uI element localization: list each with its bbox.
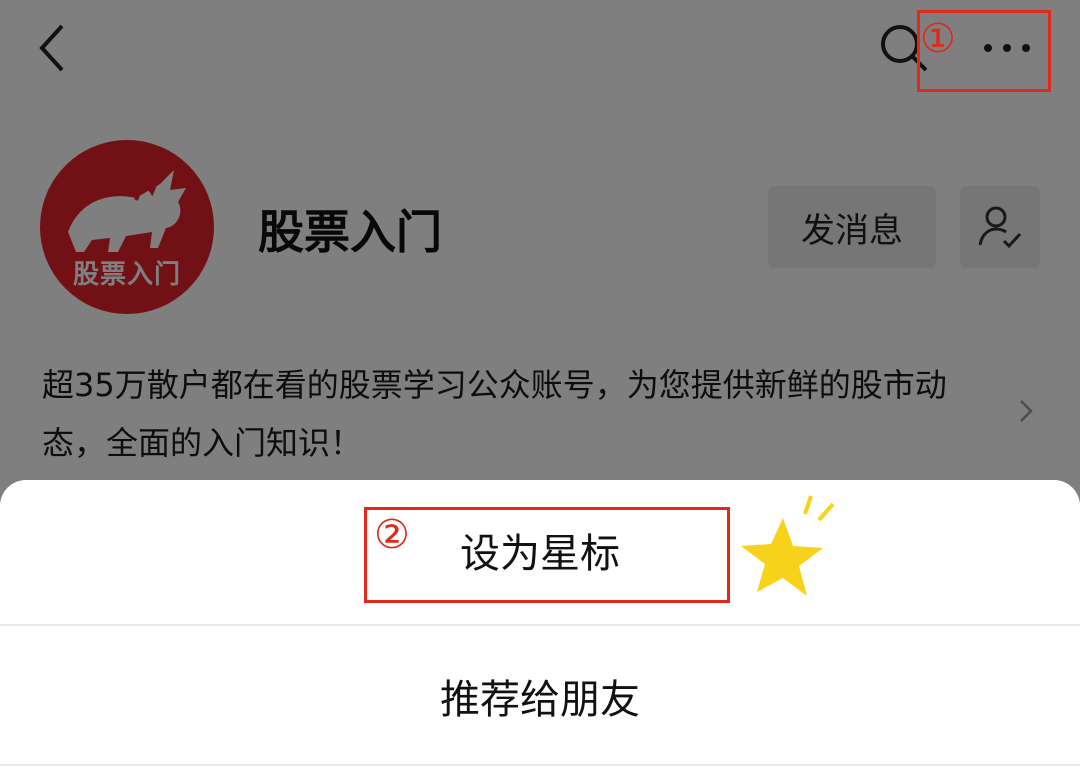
sheet-divider xyxy=(0,764,1080,766)
annotation-number-step2: ② xyxy=(374,512,410,558)
recommend-to-friend-button[interactable]: 推荐给朋友 xyxy=(0,626,1080,766)
annotation-number-step1: ① xyxy=(920,16,956,62)
star-icon xyxy=(741,495,835,596)
annotation-box-step2 xyxy=(364,507,730,603)
